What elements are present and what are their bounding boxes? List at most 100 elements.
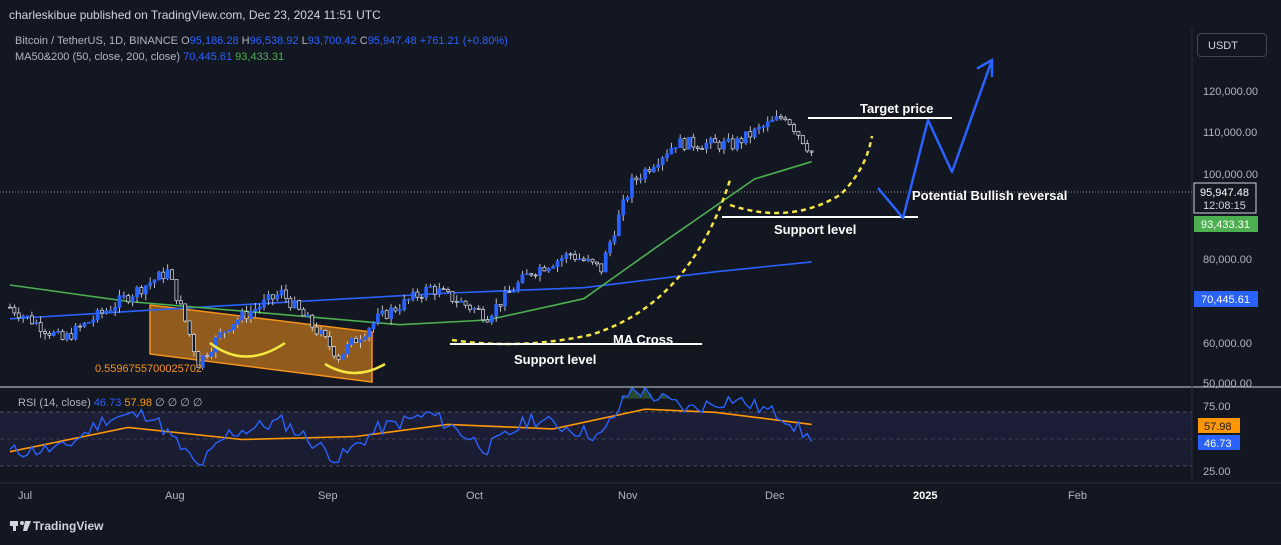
candle[interactable] (700, 145, 704, 150)
candle[interactable] (757, 123, 761, 135)
candle[interactable] (660, 156, 665, 171)
candle[interactable] (16, 307, 21, 322)
candle[interactable] (735, 136, 739, 152)
candle[interactable] (78, 323, 82, 332)
candle[interactable] (117, 289, 122, 313)
candle[interactable] (161, 267, 166, 284)
candle[interactable] (472, 306, 477, 314)
candle[interactable] (187, 320, 192, 337)
candle[interactable] (643, 167, 648, 183)
candle[interactable] (498, 304, 503, 312)
candle[interactable] (704, 138, 709, 154)
candle[interactable] (787, 118, 792, 126)
candle[interactable] (652, 164, 656, 174)
candle[interactable] (682, 137, 687, 152)
candle[interactable] (595, 261, 599, 267)
candle[interactable] (275, 290, 280, 302)
candle[interactable] (441, 285, 446, 291)
candle[interactable] (437, 282, 442, 298)
candle[interactable] (380, 305, 385, 317)
candle[interactable] (516, 280, 520, 294)
rsi-indicator-label[interactable]: RSI (14, close) (18, 397, 91, 409)
candle[interactable] (809, 150, 814, 157)
candle[interactable] (765, 116, 770, 132)
candle[interactable] (748, 126, 753, 144)
candle[interactable] (792, 122, 796, 135)
candle[interactable] (424, 283, 428, 301)
candle[interactable] (65, 331, 69, 342)
candle[interactable] (108, 305, 113, 312)
candle[interactable] (581, 256, 586, 263)
candle[interactable] (82, 321, 87, 328)
candle[interactable] (126, 293, 131, 305)
candle[interactable] (389, 304, 393, 325)
candle[interactable] (402, 294, 407, 312)
candle[interactable] (546, 267, 551, 274)
candle[interactable] (717, 140, 722, 153)
candle[interactable] (34, 319, 39, 325)
candle[interactable] (86, 321, 91, 324)
candle[interactable] (305, 311, 310, 317)
candle[interactable] (393, 305, 398, 313)
candle[interactable] (476, 305, 481, 310)
candle[interactable] (178, 295, 183, 305)
candle[interactable] (297, 299, 301, 311)
candle[interactable] (183, 303, 188, 323)
candle[interactable] (673, 147, 678, 153)
candle[interactable] (524, 269, 529, 276)
candle[interactable] (568, 252, 573, 260)
candle[interactable] (529, 272, 534, 278)
candle[interactable] (43, 328, 47, 340)
candle[interactable] (51, 330, 56, 337)
candle[interactable] (507, 285, 512, 293)
symbol-legend[interactable]: Bitcoin / TetherUS, 1D, BINANCE O95,186.… (15, 35, 508, 47)
candle[interactable] (542, 265, 547, 272)
candle[interactable] (533, 273, 538, 279)
rsi-axis[interactable]: 75.00 25.00 57.98 46.73 (1198, 401, 1240, 478)
candle[interactable] (608, 239, 612, 257)
candle[interactable] (708, 136, 713, 149)
candle[interactable] (60, 329, 65, 341)
candle[interactable] (135, 285, 139, 303)
candle[interactable] (69, 327, 74, 341)
candle[interactable] (122, 291, 126, 300)
candle[interactable] (91, 315, 96, 327)
candle[interactable] (678, 134, 683, 148)
candle[interactable] (638, 173, 643, 184)
candle[interactable] (284, 284, 288, 303)
cup-curve-right[interactable] (729, 135, 874, 215)
candle[interactable] (603, 250, 608, 273)
candle[interactable] (165, 264, 170, 281)
candle[interactable] (625, 195, 630, 203)
candle[interactable] (805, 139, 810, 154)
candle[interactable] (573, 250, 577, 263)
symbol-title[interactable]: Bitcoin / TetherUS, 1D, BINANCE (15, 35, 178, 47)
candle[interactable] (599, 263, 604, 275)
candle[interactable] (779, 113, 783, 121)
candle[interactable] (555, 259, 560, 272)
candle[interactable] (384, 309, 389, 320)
candle[interactable] (148, 277, 153, 290)
candle[interactable] (647, 166, 652, 174)
candle[interactable] (459, 297, 464, 303)
candle[interactable] (428, 283, 433, 288)
candle[interactable] (612, 230, 617, 246)
candle[interactable] (713, 134, 718, 143)
price-axis[interactable]: 120,000.00 110,000.00 100,000.00 80,000.… (1203, 86, 1258, 390)
candle[interactable] (630, 173, 634, 204)
candle[interactable] (551, 264, 556, 269)
candle[interactable] (56, 328, 61, 334)
candle[interactable] (143, 285, 148, 301)
candle[interactable] (656, 158, 661, 172)
candle[interactable] (130, 294, 135, 307)
candle[interactable] (770, 116, 775, 123)
candle[interactable] (411, 288, 415, 302)
candle[interactable] (743, 131, 748, 145)
candle[interactable] (157, 270, 161, 281)
candle[interactable] (100, 307, 104, 319)
candle[interactable] (489, 314, 494, 325)
candle[interactable] (634, 175, 639, 185)
candle[interactable] (800, 134, 805, 145)
candle[interactable] (432, 283, 437, 301)
candle[interactable] (687, 136, 691, 150)
